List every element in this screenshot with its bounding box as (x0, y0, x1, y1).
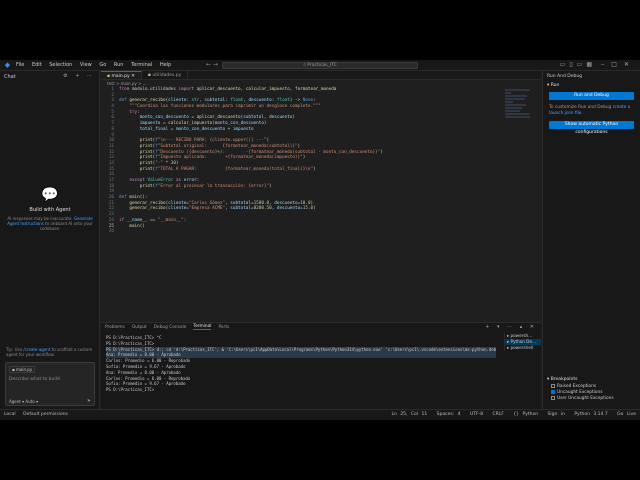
terminal-line: PS D:\Practicas_ITC> (106, 387, 155, 393)
code-text: print(f"Error al procesar la transacción… (139, 183, 272, 189)
breakpoints-section: ▾ Breakpoints Raised Exceptions Uncaught… (543, 375, 640, 402)
breakpoints-title[interactable]: ▾ Breakpoints (543, 375, 640, 384)
launch-json-hint: To customize Run and Debug create a laun… (549, 105, 631, 116)
tab-terminal[interactable]: Terminal (193, 324, 212, 330)
line-number: 26 (108, 229, 114, 235)
code-text: from modulo.utilidades import aplicar_de… (119, 87, 337, 92)
code-text: main() (129, 223, 145, 229)
agent-title: Build with Agent (29, 207, 71, 213)
breakpoint-user-uncaught[interactable]: User Uncaught Exceptions (543, 396, 640, 402)
status-encoding[interactable]: UTF-8 (470, 412, 483, 417)
agent-subtitle: AI responses may be inaccurate. Generate… (7, 216, 93, 231)
menu-bar: File Edit Selection View Go Run Terminal… (16, 62, 177, 68)
menu-run[interactable]: Run (114, 62, 124, 68)
editor-tabs: ▪ main.py ✕ ▪ utilidades.py (101, 71, 541, 80)
status-eol[interactable]: CRLF (493, 412, 504, 417)
status-indentation[interactable]: Spaces: 4 (437, 412, 461, 417)
tab-problems[interactable]: Problems (105, 325, 125, 330)
chat-empty-state: 💬 Build with Agent AI responses may be i… (0, 187, 100, 231)
terminal-item[interactable]: ▸ powershell (505, 345, 541, 351)
code-text: total_final = monto_con_descuento + impu… (139, 126, 254, 132)
code-line[interactable]: 26 (101, 229, 541, 235)
code-text: print(f"TOTAL A PAGAR: {formatear_moneda… (139, 166, 316, 172)
bottom-panel: Problems Output Debug Console Terminal P… (101, 322, 541, 409)
chat-mode-selector[interactable]: Agent ▾ Auto ▾ (9, 399, 38, 404)
status-right: Ln 25, Col 11 Spaces: 4 UTF-8 CRLF {} Py… (386, 410, 636, 420)
panel-tabs: Problems Output Debug Console Terminal P… (101, 323, 541, 331)
code-editor[interactable]: 1 from modulo.utilidades import aplicar_d… (101, 87, 541, 321)
menu-file[interactable]: File (16, 62, 24, 68)
minimap[interactable] (505, 89, 533, 139)
chat-tip: Tip: Use /create-agent to scaffold a cus… (6, 347, 93, 357)
run-debug-title: Run And Debug (547, 74, 583, 79)
chat-sidebar: Chat ⚙ + ⋯ 💬 Build with Agent AI respons… (0, 71, 100, 409)
python-configurations-button[interactable]: Show automatic Python configurations (549, 121, 634, 135)
menu-help[interactable]: Help (160, 62, 171, 68)
run-section-title[interactable]: ▾ Run (543, 81, 640, 90)
panel-actions-icons[interactable]: + ▾ ⋯ ▴ ✕ (485, 324, 537, 330)
window-controls[interactable]: –□✕ (601, 61, 636, 68)
code-text: generar_recibo(cliente="Empresa ACME", s… (129, 206, 316, 212)
status-local[interactable]: Local (4, 412, 16, 417)
tab-ports[interactable]: Ports (218, 325, 229, 330)
checkbox[interactable] (551, 390, 555, 394)
context-chip[interactable]: ▪ main.py (9, 366, 36, 373)
layout-toggle-icons[interactable]: ▭▯▭▦ (560, 61, 596, 68)
nav-back-forward-icon[interactable]: ← → (206, 61, 218, 68)
tab-debug-console[interactable]: Debug Console (154, 325, 187, 330)
menu-go[interactable]: Go (99, 62, 106, 68)
chat-actions-icons[interactable]: ⚙ + ⋯ (63, 73, 95, 79)
menu-view[interactable]: View (80, 62, 92, 68)
menu-terminal[interactable]: Terminal (131, 62, 152, 68)
run-and-debug-button[interactable]: Run and Debug (549, 92, 634, 100)
chat-header: Chat ⚙ + ⋯ (0, 71, 99, 83)
checkbox[interactable] (551, 384, 555, 388)
chat-input-placeholder[interactable]: Describe what to build (9, 377, 60, 382)
send-icon[interactable]: ➤ (87, 398, 91, 404)
code-text: """Coordina las funciones modulares para… (129, 104, 321, 110)
editor-group: ▪ main.py ✕ ▪ utilidades.py test > main.… (101, 71, 541, 321)
tab-main-py[interactable]: ▪ main.py ✕ (101, 71, 142, 79)
chat-title: Chat (4, 74, 16, 80)
status-cursor-position[interactable]: Ln 25, Col 11 (392, 412, 428, 417)
tab-output[interactable]: Output (132, 325, 147, 330)
breadcrumb[interactable]: test > main.py > ... (101, 80, 541, 87)
menu-selection[interactable]: Selection (49, 62, 72, 68)
agent-chat-icon: 💬 (41, 187, 59, 203)
chat-input-box[interactable]: ▪ main.py Describe what to build Agent ▾… (5, 362, 95, 406)
menu-edit[interactable]: Edit (32, 62, 42, 68)
status-bar: Local Default permissions Ln 25, Col 11 … (0, 409, 640, 420)
status-language[interactable]: {} Python (513, 412, 538, 417)
terminal-list: ▸ powersh... ▸ Python De... ▸ powershell (504, 333, 541, 351)
status-left: Local Default permissions (4, 410, 68, 420)
command-center-search[interactable]: ⌕ Practicas_ITC (222, 62, 418, 69)
status-sign-in[interactable]: Sign in (548, 412, 565, 417)
status-go-live[interactable]: Go Live (617, 412, 636, 417)
vscode-window: ◆ File Edit Selection View Go Run Termin… (0, 60, 640, 420)
run-debug-sidebar: Run And Debug ▾ Run Run and Debug To cus… (542, 71, 640, 409)
tab-utilidades-py[interactable]: ▪ utilidades.py (142, 71, 189, 79)
vscode-logo-icon: ◆ (4, 60, 11, 69)
status-python-version[interactable]: Python 3.14.7 (574, 412, 607, 417)
status-permissions[interactable]: Default permissions (23, 412, 68, 417)
terminal-output[interactable]: PS D:\Practicas_ITC> ^C PS D:\Practicas_I… (106, 335, 496, 393)
title-bar: ◆ File Edit Selection View Go Run Termin… (0, 60, 640, 71)
checkbox[interactable] (551, 396, 555, 400)
